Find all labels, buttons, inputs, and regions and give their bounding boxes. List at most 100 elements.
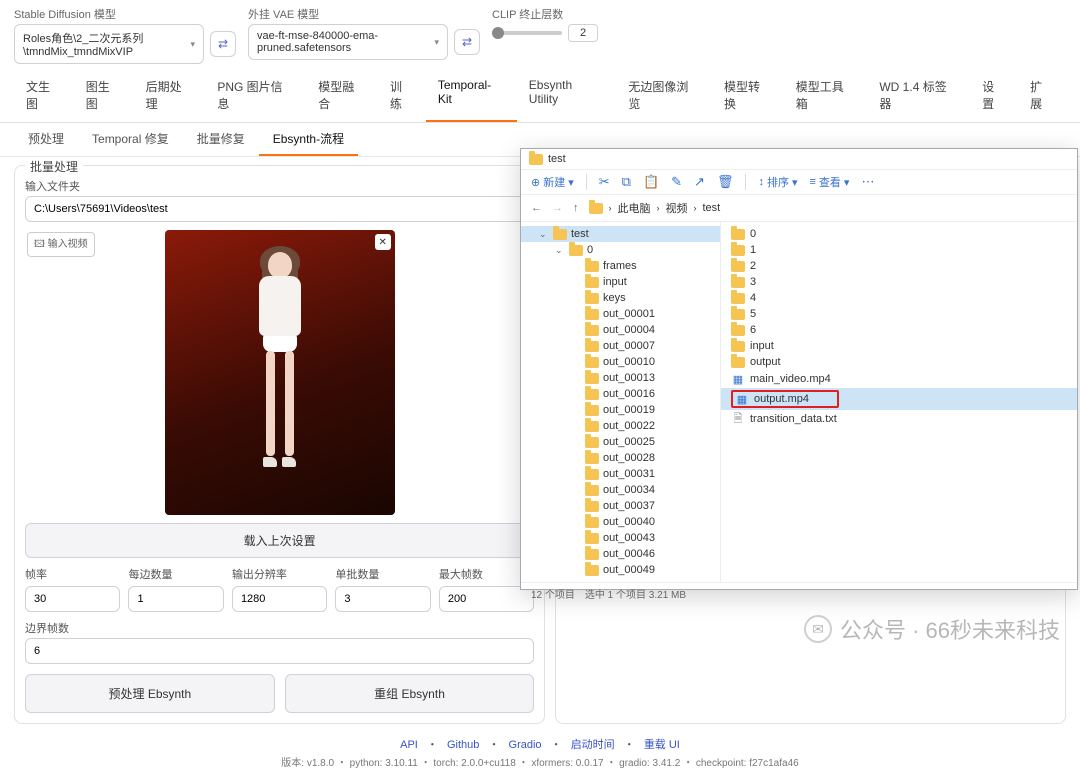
vae-model-select[interactable]: vae-ft-mse-840000-ema-pruned.safetensors… (248, 24, 448, 60)
tree-item[interactable]: input (521, 274, 720, 290)
tree-item[interactable]: out_00010 (521, 354, 720, 370)
explorer-titlebar: test (521, 149, 1077, 170)
explorer-nav: ← → ↑ ›此电脑 ›视频 ›test (521, 195, 1077, 222)
tree-item[interactable]: out_00040 (521, 514, 720, 530)
breadcrumb[interactable]: ›此电脑 ›视频 ›test (589, 200, 721, 216)
tree-item[interactable]: out_00031 (521, 466, 720, 482)
border-field[interactable] (25, 638, 534, 664)
tree-item[interactable]: out_00013 (521, 370, 720, 386)
nav-back-icon[interactable]: ← (531, 202, 542, 214)
folder-icon (529, 154, 543, 165)
footer-link[interactable]: 重载 UI (644, 739, 680, 751)
view-button[interactable]: ≡ 查看 ▾ (810, 174, 850, 190)
tab-6[interactable]: Temporal-Kit (426, 70, 517, 122)
subtab-0[interactable]: 预处理 (14, 123, 78, 156)
list-item[interactable]: output (721, 354, 1077, 370)
tree-item[interactable]: out_00019 (521, 402, 720, 418)
clip-skip-label: CLIP 终止层数 (492, 6, 598, 22)
list-item[interactable]: 3 (721, 274, 1077, 290)
tree-item[interactable]: out_00037 (521, 498, 720, 514)
explorer-list: 0123456inputoutput▦main_video.mp4▦output… (721, 222, 1077, 582)
footer-links: API ・ Github ・ Gradio ・ 启动时间 ・ 重载 UI (0, 732, 1080, 752)
sort-button[interactable]: ↕ 排序 ▾ (758, 174, 797, 190)
tree-item[interactable]: out_00022 (521, 418, 720, 434)
clip-skip-slider[interactable] (492, 31, 562, 35)
footer-version: 版本: v1.8.0 ・ python: 3.10.11 ・ torch: 2.… (0, 752, 1080, 775)
footer-link[interactable]: API (400, 739, 418, 751)
list-item[interactable]: 2 (721, 258, 1077, 274)
list-item[interactable]: ▦output.mp4 (721, 388, 1077, 410)
clip-skip-value[interactable]: 2 (568, 24, 598, 42)
new-button[interactable]: ⊕ 新建 ▾ (531, 174, 574, 190)
sd-model-select[interactable]: Roles角色\2_二次元系列\tmndMix_tmndMixVIP▾ (14, 24, 204, 64)
tab-1[interactable]: 图生图 (74, 70, 134, 122)
subtab-3[interactable]: Ebsynth-流程 (259, 123, 358, 156)
tree-item[interactable]: out_00004 (521, 322, 720, 338)
tree-item[interactable]: out_00043 (521, 530, 720, 546)
batch-field[interactable] (335, 586, 430, 612)
tree-item[interactable]: out_00007 (521, 338, 720, 354)
tab-5[interactable]: 训练 (378, 70, 426, 122)
tab-10[interactable]: 模型工具箱 (784, 70, 868, 122)
tree-item[interactable]: out_00046 (521, 546, 720, 562)
chevron-down-icon: ▾ (434, 37, 439, 48)
tab-13[interactable]: 扩展 (1018, 70, 1066, 122)
subtab-1[interactable]: Temporal 修复 (78, 123, 183, 156)
tab-3[interactable]: PNG 图片信息 (205, 70, 306, 122)
delete-icon[interactable]: 🗑 (717, 174, 734, 190)
list-item[interactable]: 5 (721, 306, 1077, 322)
tree-item[interactable]: frames (521, 258, 720, 274)
fps-field[interactable] (25, 586, 120, 612)
preprocess-ebsynth-button[interactable]: 预处理 Ebsynth (25, 674, 275, 713)
perside-field[interactable] (128, 586, 223, 612)
list-item[interactable]: ▦main_video.mp4 (721, 370, 1077, 388)
input-folder-field[interactable] (25, 196, 534, 222)
tree-item[interactable]: out_00034 (521, 482, 720, 498)
tab-8[interactable]: 无边图像浏览 (616, 70, 712, 122)
more-icon[interactable]: ⋯ (861, 174, 874, 190)
explorer-statusbar: 12 个项目 选中 1 个项目 3.21 MB (521, 582, 1077, 604)
tab-2[interactable]: 后期处理 (134, 70, 206, 122)
vae-reload-button[interactable]: ⇄ (454, 29, 480, 55)
tab-9[interactable]: 模型转换 (712, 70, 784, 122)
tab-4[interactable]: 模型融合 (306, 70, 378, 122)
nav-up-icon[interactable]: ↑ (573, 202, 579, 214)
share-icon[interactable]: ↗ (694, 174, 705, 190)
sd-reload-button[interactable]: ⇄ (210, 31, 236, 57)
tree-item[interactable]: ⌄0 (521, 242, 720, 258)
tree-item[interactable]: out_00025 (521, 434, 720, 450)
copy-icon[interactable]: ⧉ (622, 174, 631, 190)
load-last-settings-button[interactable]: 载入上次设置 (25, 523, 534, 558)
tab-0[interactable]: 文生图 (14, 70, 74, 122)
file-explorer-window: test ⊕ 新建 ▾ ✂ ⧉ 📋 ✎ ↗ 🗑 ↕ 排序 ▾ ≡ 查看 ▾ ⋯ … (520, 148, 1078, 590)
main-tabs: 文生图图生图后期处理PNG 图片信息模型融合训练Temporal-KitEbsy… (0, 70, 1080, 123)
footer-link[interactable]: Gradio (509, 739, 542, 751)
nav-forward-icon[interactable]: → (552, 202, 563, 214)
footer-link[interactable]: Github (447, 739, 479, 751)
rename-icon[interactable]: ✎ (671, 174, 682, 190)
list-item[interactable]: 0 (721, 226, 1077, 242)
subtab-2[interactable]: 批量修复 (183, 123, 259, 156)
preview-close-button[interactable]: ✕ (375, 234, 391, 250)
outres-field[interactable] (232, 586, 327, 612)
list-item[interactable]: 1 (721, 242, 1077, 258)
tree-item[interactable]: out_00028 (521, 450, 720, 466)
footer-link[interactable]: 启动时间 (571, 739, 615, 751)
cut-icon[interactable]: ✂ (599, 174, 610, 190)
tree-item[interactable]: out_00049 (521, 562, 720, 578)
paste-icon[interactable]: 📋 (643, 174, 659, 190)
sd-model-label: Stable Diffusion 模型 (14, 6, 236, 22)
list-item[interactable]: 6 (721, 322, 1077, 338)
tree-item[interactable]: out_00016 (521, 386, 720, 402)
tab-12[interactable]: 设置 (970, 70, 1018, 122)
tree-item[interactable]: out_00001 (521, 306, 720, 322)
reorganize-ebsynth-button[interactable]: 重组 Ebsynth (285, 674, 535, 713)
tab-7[interactable]: Ebsynth Utility (517, 70, 617, 122)
preview-image[interactable]: ✕ (165, 230, 395, 515)
tab-11[interactable]: WD 1.4 标签器 (867, 70, 970, 122)
list-item[interactable]: 🗎transition_data.txt (721, 410, 1077, 428)
tree-item[interactable]: keys (521, 290, 720, 306)
tree-item[interactable]: ⌄test (521, 226, 720, 242)
list-item[interactable]: input (721, 338, 1077, 354)
list-item[interactable]: 4 (721, 290, 1077, 306)
